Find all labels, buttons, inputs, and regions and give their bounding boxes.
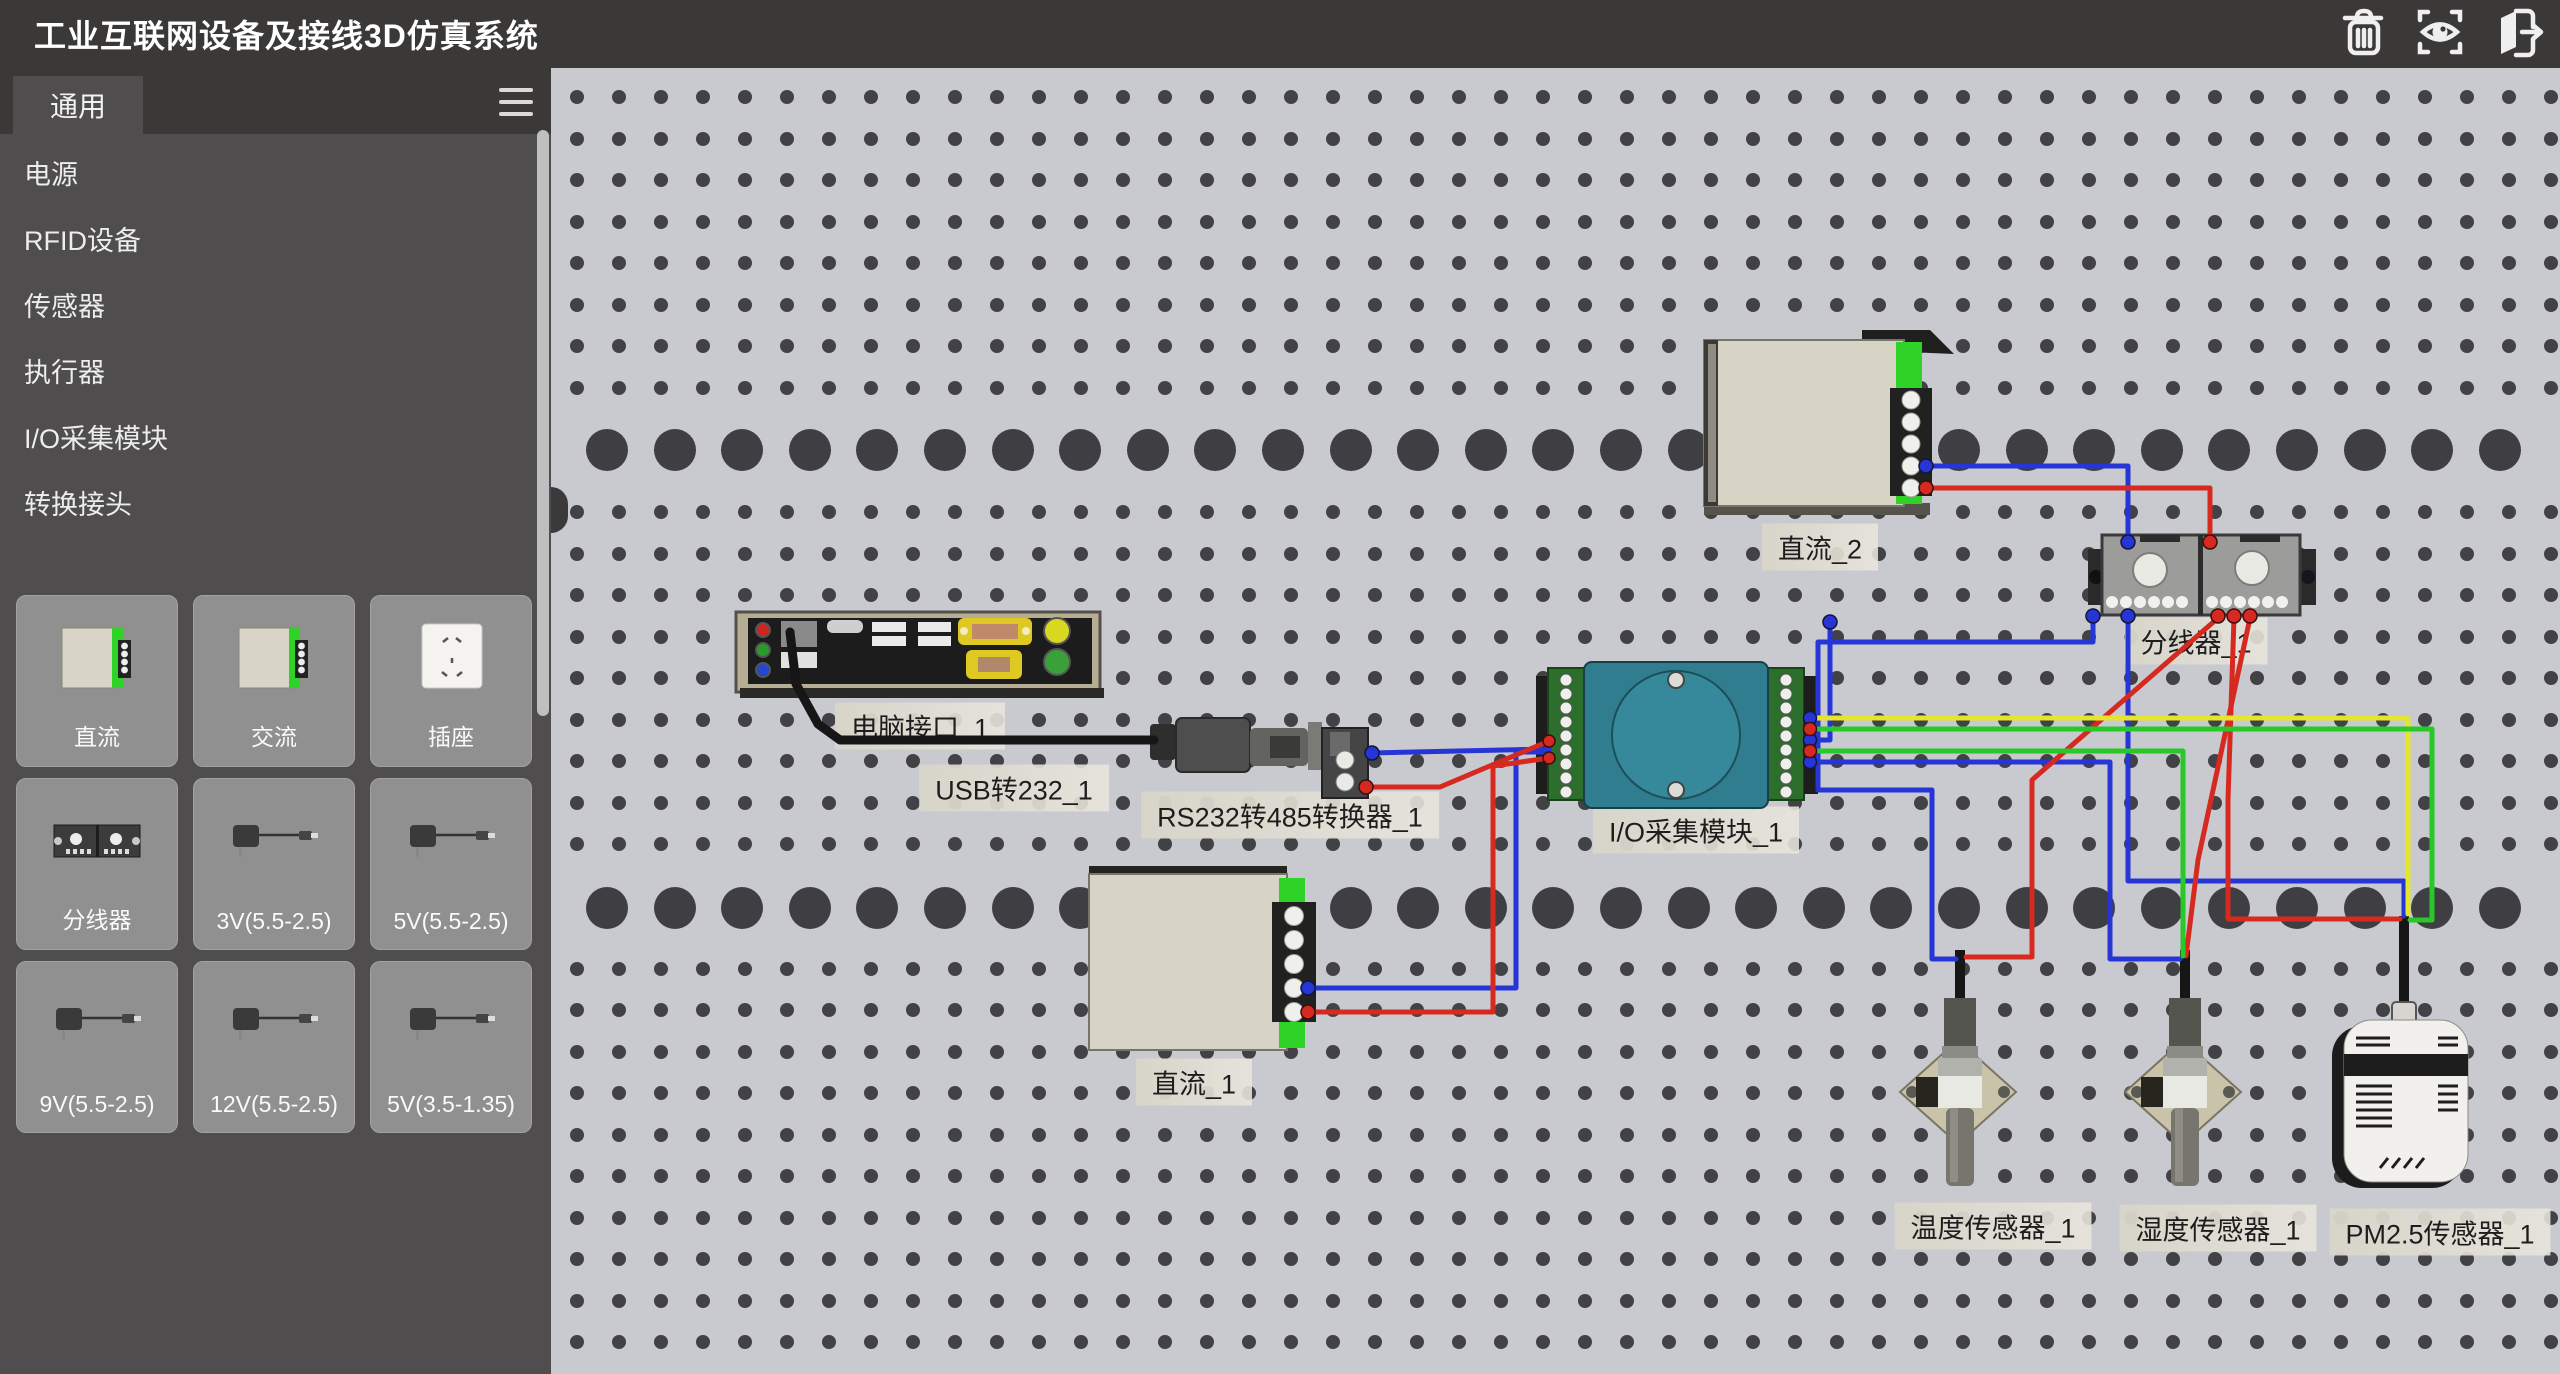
sidebar-menu-item[interactable]: RFID设备: [0, 208, 540, 274]
sidebar-menu-item[interactable]: 执行器: [0, 340, 540, 406]
sidebar-menu-item[interactable]: I/O采集模块: [0, 406, 540, 472]
menu-icon[interactable]: [499, 88, 533, 116]
device-tile[interactable]: 插座: [370, 595, 532, 767]
sidebar-menu-item[interactable]: 电源: [0, 142, 540, 208]
device-tile[interactable]: 3V(5.5-2.5): [193, 778, 355, 950]
device-tile[interactable]: 直流: [16, 595, 178, 767]
adapter-device-icon: [194, 787, 354, 897]
tab-general[interactable]: 通用: [13, 76, 143, 134]
tile-label: 9V(5.5-2.5): [17, 1091, 177, 1118]
device-label: RS232转485转换器_1: [1141, 792, 1439, 839]
dc-device-icon: [194, 604, 354, 714]
device-label: 分线器_1: [2124, 618, 2267, 665]
device-tile[interactable]: 分线器: [16, 778, 178, 950]
eye-focus-icon: [2413, 5, 2467, 59]
sidebar-menu: 电源RFID设备传感器执行器I/O采集模块转换接头: [0, 142, 540, 538]
splitter-device-icon: [17, 787, 177, 897]
device-label: I/O采集模块_1: [1593, 807, 1799, 854]
adapter-device-icon: [17, 970, 177, 1080]
tile-label: 3V(5.5-2.5): [194, 908, 354, 935]
trash-icon: [2337, 5, 2391, 59]
sidebar: 通用 电源RFID设备传感器执行器I/O采集模块转换接头 直流 交流 插座: [0, 68, 551, 1374]
device-label: 湿度传感器_1: [2119, 1205, 2316, 1252]
sidebar-tabstrip: 通用: [0, 68, 551, 134]
adapter-device-icon: [371, 970, 531, 1080]
view-focus-button[interactable]: [2412, 4, 2468, 60]
socket-device-icon: [371, 604, 531, 714]
device-tile[interactable]: 12V(5.5-2.5): [193, 961, 355, 1133]
device-label: 直流_1: [1136, 1059, 1252, 1106]
device-label: 温度传感器_1: [1894, 1203, 2091, 1250]
device-tile[interactable]: 9V(5.5-2.5): [16, 961, 178, 1133]
exit-icon: [2488, 5, 2544, 59]
device-label: 直流_2: [1762, 524, 1878, 571]
device-label: USB转232_1: [919, 765, 1109, 812]
device-tile[interactable]: 5V(5.5-2.5): [370, 778, 532, 950]
dc-device-icon: [17, 604, 177, 714]
page-title: 工业互联网设备及接线3D仿真系统: [34, 11, 539, 57]
tile-label: 交流: [194, 718, 354, 752]
sidebar-menu-item[interactable]: 传感器: [0, 274, 540, 340]
tile-label: 分线器: [17, 901, 177, 935]
delete-button[interactable]: [2336, 4, 2392, 60]
adapter-device-icon: [371, 787, 531, 897]
exit-button[interactable]: [2488, 4, 2544, 60]
tile-label: 5V(5.5-2.5): [371, 908, 531, 935]
tile-label: 插座: [371, 718, 531, 752]
sidebar-scrollbar[interactable]: [537, 130, 549, 716]
device-label: PM2.5传感器_1: [2329, 1209, 2550, 1256]
tile-label: 5V(3.5-1.35): [371, 1091, 531, 1118]
device-label: 电脑接口_1: [835, 703, 1005, 750]
topbar: 工业互联网设备及接线3D仿真系统: [0, 0, 2560, 68]
tile-label: 12V(5.5-2.5): [194, 1091, 354, 1118]
device-tile[interactable]: 5V(3.5-1.35): [370, 961, 532, 1133]
device-tile[interactable]: 交流: [193, 595, 355, 767]
adapter-device-icon: [194, 970, 354, 1080]
sidebar-menu-item[interactable]: 转换接头: [0, 472, 540, 538]
tile-label: 直流: [17, 718, 177, 752]
